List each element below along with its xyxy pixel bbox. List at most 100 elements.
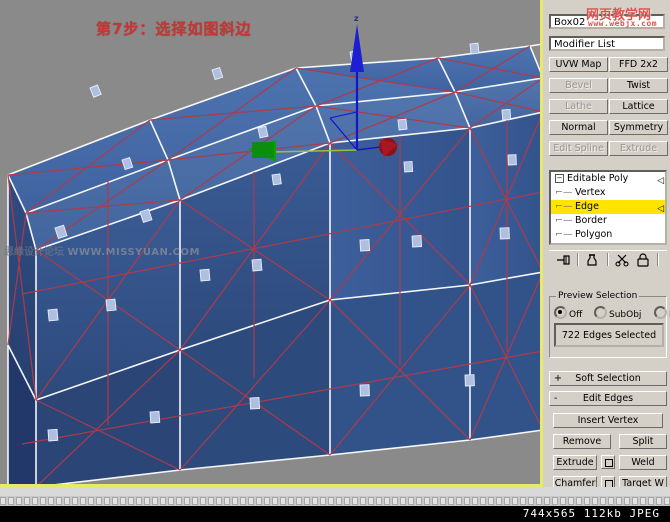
scroll-tick bbox=[448, 497, 454, 505]
scroll-tick bbox=[480, 497, 486, 505]
stack-subitem-label: Edge bbox=[575, 201, 599, 212]
rollout-soft-selection[interactable]: + Soft Selection bbox=[549, 371, 667, 386]
modifier-button-edit-spline[interactable]: Edit Spline bbox=[549, 141, 608, 156]
scroll-tick bbox=[528, 497, 534, 505]
command-panel: Box02 Modifier List UVW Map FFD 2x2 Beve… bbox=[543, 0, 670, 491]
extrude-button[interactable]: Extrude bbox=[553, 455, 597, 470]
status-bar: 744x565 112kb JPEG bbox=[0, 506, 670, 522]
scroll-tick bbox=[312, 497, 318, 505]
stack-subitem-polygon[interactable]: ⌐— Polygon bbox=[551, 228, 665, 242]
scroll-tick bbox=[208, 497, 214, 505]
stack-subitem-element[interactable]: ⌐—Element bbox=[551, 242, 665, 245]
watermark-missyuan: 思缘设计论坛 WWW.MISSYUAN.COM bbox=[4, 243, 200, 258]
pin-stack-icon[interactable] bbox=[555, 253, 571, 267]
radio-label: Off bbox=[569, 310, 583, 320]
modifier-button-lathe[interactable]: Lathe bbox=[549, 99, 608, 114]
modifier-button-symmetry[interactable]: Symmetry bbox=[609, 120, 668, 135]
scroll-tick bbox=[440, 497, 446, 505]
rollout-label: Soft Selection bbox=[575, 373, 641, 384]
scroll-tick bbox=[400, 497, 406, 505]
split-button[interactable]: Split bbox=[619, 434, 667, 449]
modifier-stack-list[interactable]: − Editable Poly ◁ ⌐— Vertex ⌐— Edge ◁ ⌐— Bor… bbox=[549, 170, 667, 245]
scroll-tick bbox=[16, 497, 22, 505]
screenshot-root: 第7步：选择如图斜边 z 思缘设计论坛 WWW.MISSYUAN.COM Box… bbox=[0, 0, 670, 522]
scroll-tick bbox=[584, 497, 590, 505]
modifier-button-twist[interactable]: Twist bbox=[609, 78, 668, 93]
scroll-tick bbox=[344, 497, 350, 505]
extrude-settings-icon[interactable] bbox=[601, 455, 615, 469]
scroll-tick bbox=[568, 497, 574, 505]
stack-subitem-label: Element bbox=[575, 243, 614, 245]
scroll-tick bbox=[352, 497, 358, 505]
radio-preview-multi[interactable]: Multi bbox=[654, 304, 670, 320]
configure-sets-icon[interactable] bbox=[635, 253, 651, 267]
scroll-tick bbox=[232, 497, 238, 505]
scroll-tick bbox=[616, 497, 622, 505]
tree-branch-icon: ⌐— bbox=[555, 187, 573, 198]
scroll-tick bbox=[200, 497, 206, 505]
expand-collapse-icon[interactable]: − bbox=[555, 174, 564, 183]
scroll-tick bbox=[224, 497, 230, 505]
remove-button[interactable]: Remove bbox=[553, 434, 611, 449]
modifier-button-bevel[interactable]: Bevel bbox=[549, 78, 608, 93]
remove-modifier-icon[interactable] bbox=[615, 253, 631, 267]
rollout-edit-edges[interactable]: - Edit Edges bbox=[549, 391, 667, 406]
stack-subitem-edge[interactable]: ⌐— Edge ◁ bbox=[551, 200, 665, 214]
scroll-tick bbox=[152, 497, 158, 505]
scroll-tick bbox=[392, 497, 398, 505]
scroll-tick bbox=[664, 497, 670, 505]
scroll-tick bbox=[520, 497, 526, 505]
scroll-tick bbox=[504, 497, 510, 505]
modifier-button-normal[interactable]: Normal bbox=[549, 120, 608, 135]
stack-subitem-border[interactable]: ⌐— Border bbox=[551, 214, 665, 228]
scroll-tick bbox=[128, 497, 134, 505]
stack-subitem-label: Polygon bbox=[575, 229, 613, 240]
scroll-tick bbox=[376, 497, 382, 505]
scroll-tick bbox=[240, 497, 246, 505]
scroll-tick bbox=[456, 497, 462, 505]
scroll-tick bbox=[544, 497, 550, 505]
axis-label-z: z bbox=[354, 14, 359, 23]
weld-button[interactable]: Weld bbox=[619, 455, 667, 470]
scroll-tick bbox=[80, 497, 86, 505]
stack-item-editable-poly[interactable]: − Editable Poly ◁ bbox=[551, 172, 665, 186]
toolbar-separator bbox=[577, 253, 579, 266]
scroll-tick bbox=[360, 497, 366, 505]
modifier-button-lattice[interactable]: Lattice bbox=[609, 99, 668, 114]
modifier-list-dropdown[interactable]: Modifier List bbox=[549, 36, 665, 51]
scroll-tick bbox=[256, 497, 262, 505]
stack-subitem-vertex[interactable]: ⌐— Vertex bbox=[551, 186, 665, 200]
scroll-tick bbox=[48, 497, 54, 505]
scroll-tick bbox=[136, 497, 142, 505]
viewport-perspective[interactable]: 第7步：选择如图斜边 z 思缘设计论坛 WWW.MISSYUAN.COM bbox=[0, 0, 543, 487]
watermark-missyuan-url: WWW.MISSYUAN.COM bbox=[67, 247, 200, 258]
tree-branch-icon: ⌐— bbox=[555, 229, 573, 240]
radio-indicator bbox=[594, 306, 607, 319]
scroll-tick bbox=[624, 497, 630, 505]
scroll-tick bbox=[472, 497, 478, 505]
radio-preview-subobj[interactable]: SubObj bbox=[594, 304, 641, 320]
modifier-button-ffd-2x2[interactable]: FFD 2x2 bbox=[609, 57, 668, 72]
rollout-toggle-icon: + bbox=[554, 373, 562, 384]
modifier-button-extrude[interactable]: Extrude bbox=[609, 141, 668, 156]
modifier-button-uvw-map[interactable]: UVW Map bbox=[549, 57, 608, 72]
scroll-tick bbox=[416, 497, 422, 505]
show-end-result-icon[interactable] bbox=[585, 253, 601, 267]
watermark-webjx: 网页教学网 www.webjx.com bbox=[586, 4, 670, 28]
scroll-tick bbox=[184, 497, 190, 505]
scroll-tick bbox=[72, 497, 78, 505]
scroll-tick bbox=[192, 497, 198, 505]
insert-vertex-button[interactable]: Insert Vertex bbox=[553, 413, 663, 428]
toolbar-separator bbox=[657, 253, 659, 266]
scroll-tick bbox=[608, 497, 614, 505]
watermark-webjx-url: www.webjx.com bbox=[588, 19, 658, 28]
radio-preview-off[interactable]: Off bbox=[554, 304, 582, 320]
scroll-tick bbox=[40, 497, 46, 505]
scroll-tick bbox=[600, 497, 606, 505]
radio-indicator bbox=[554, 306, 567, 319]
scroll-tick bbox=[160, 497, 166, 505]
scroll-tick bbox=[496, 497, 502, 505]
scroll-tick bbox=[64, 497, 70, 505]
image-info-text: 744x565 112kb JPEG bbox=[522, 507, 660, 520]
horizontal-scroll-strip[interactable] bbox=[0, 496, 670, 506]
